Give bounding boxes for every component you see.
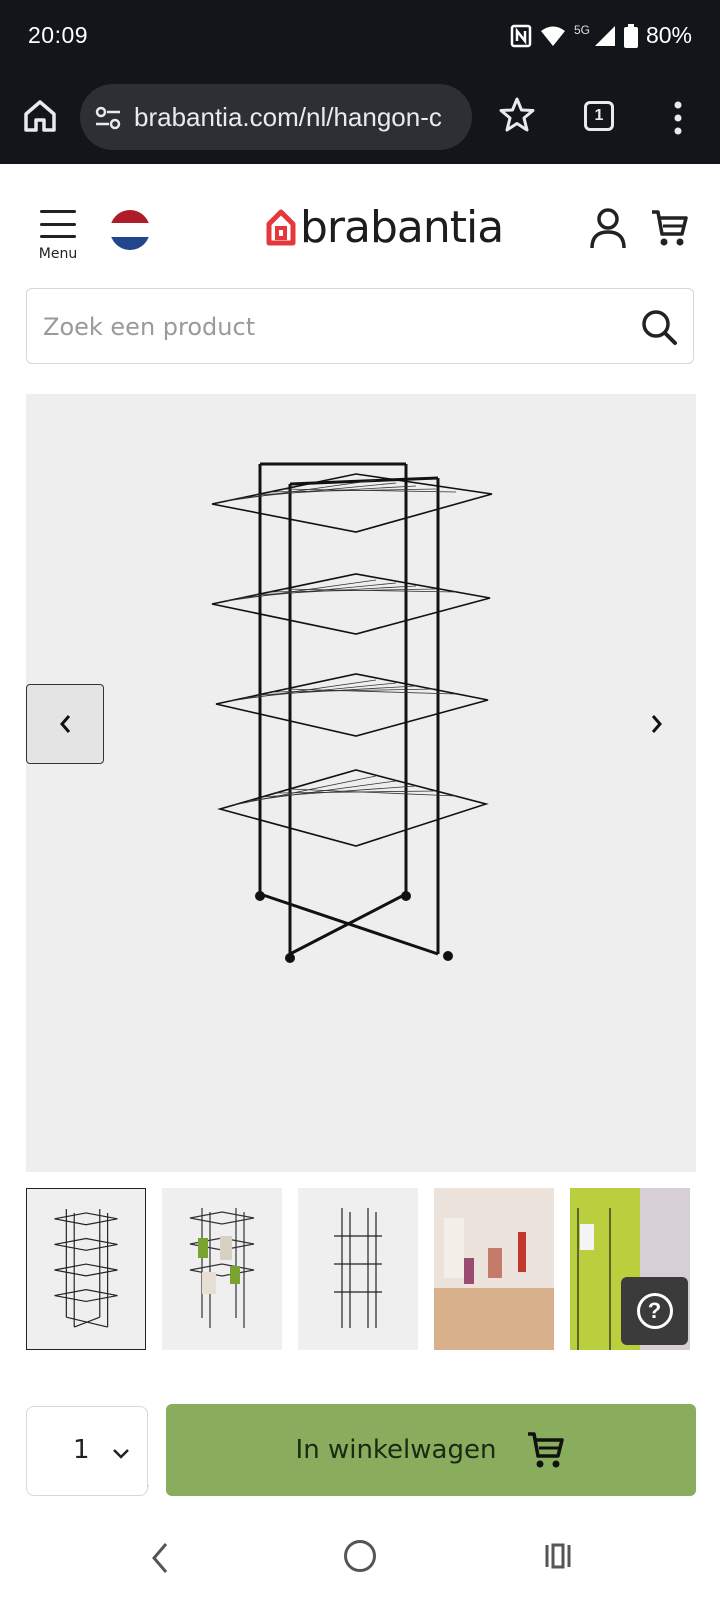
chevron-left-icon: [60, 715, 71, 733]
chevron-right-icon: [651, 715, 662, 733]
cart-icon: [528, 1432, 565, 1468]
gallery-prev-button[interactable]: [26, 684, 104, 764]
home-button-icon[interactable]: [344, 1540, 376, 1572]
home-icon[interactable]: [20, 96, 60, 136]
country-flag-icon[interactable]: [110, 210, 150, 250]
address-bar[interactable]: brabantia.com/nl/hangon-c: [80, 84, 472, 150]
site-settings-icon[interactable]: [94, 104, 122, 132]
recents-icon[interactable]: [544, 1542, 572, 1570]
search-input[interactable]: [43, 307, 603, 347]
gallery-next-button[interactable]: [618, 684, 696, 764]
account-icon[interactable]: [588, 206, 628, 250]
status-bar: 20:09 5G 80%: [0, 0, 720, 72]
site-header: Menu brabantia: [0, 164, 720, 282]
cart-icon[interactable]: [650, 208, 690, 248]
thumbnail-3[interactable]: [298, 1188, 418, 1350]
thumbnail-tower-black: [54, 1209, 118, 1328]
thumbnail-2[interactable]: [162, 1188, 282, 1350]
house-logo-icon: [266, 209, 296, 246]
tab-switcher-icon[interactable]: 1: [584, 101, 614, 131]
network-type: 5G: [573, 22, 590, 37]
add-to-cart-label: In winkelwagen: [295, 1435, 497, 1465]
product-search: [26, 288, 694, 364]
quantity-value: 1: [73, 1435, 90, 1465]
wifi-icon: [540, 26, 565, 46]
menu-label: Menu: [38, 246, 78, 262]
status-icons: 5G 80%: [510, 22, 692, 49]
thumbnail-lifestyle-room: [434, 1188, 554, 1350]
brand-logo[interactable]: brabantia: [266, 201, 504, 253]
nfc-icon: [510, 24, 532, 47]
quantity-select[interactable]: 1: [26, 1406, 148, 1496]
system-navigation-bar: [0, 1518, 720, 1600]
url-text: brabantia.com/nl/hangon-c: [134, 102, 442, 132]
product-image-gallery[interactable]: [26, 394, 696, 1172]
back-icon[interactable]: [148, 1540, 172, 1576]
product-image-drying-tower: [211, 462, 493, 963]
help-button[interactable]: ?: [621, 1277, 688, 1345]
bookmark-star-icon[interactable]: [498, 96, 536, 134]
battery-level: 80%: [645, 22, 692, 48]
battery-icon: [623, 23, 638, 48]
menu-button[interactable]: Menu: [36, 210, 80, 274]
search-icon[interactable]: [639, 307, 679, 347]
chevron-down-icon: [113, 1449, 129, 1459]
status-time: 20:09: [28, 22, 89, 48]
signal-icon: [594, 25, 615, 46]
more-options-icon[interactable]: [668, 98, 688, 138]
add-to-cart-button[interactable]: In winkelwagen: [166, 1404, 696, 1496]
logo-text: brabantia: [300, 201, 504, 253]
thumbnail-1[interactable]: [26, 1188, 146, 1350]
help-question-icon: ?: [636, 1293, 673, 1329]
thumbnail-tower-with-clothes: [189, 1208, 255, 1328]
browser-toolbar: brabantia.com/nl/hangon-c 1: [0, 72, 720, 164]
thumbnail-4[interactable]: [434, 1188, 554, 1350]
thumbnail-tower-folded: [334, 1208, 382, 1328]
hamburger-icon: [40, 210, 76, 238]
thumbnail-strip: [26, 1188, 696, 1350]
